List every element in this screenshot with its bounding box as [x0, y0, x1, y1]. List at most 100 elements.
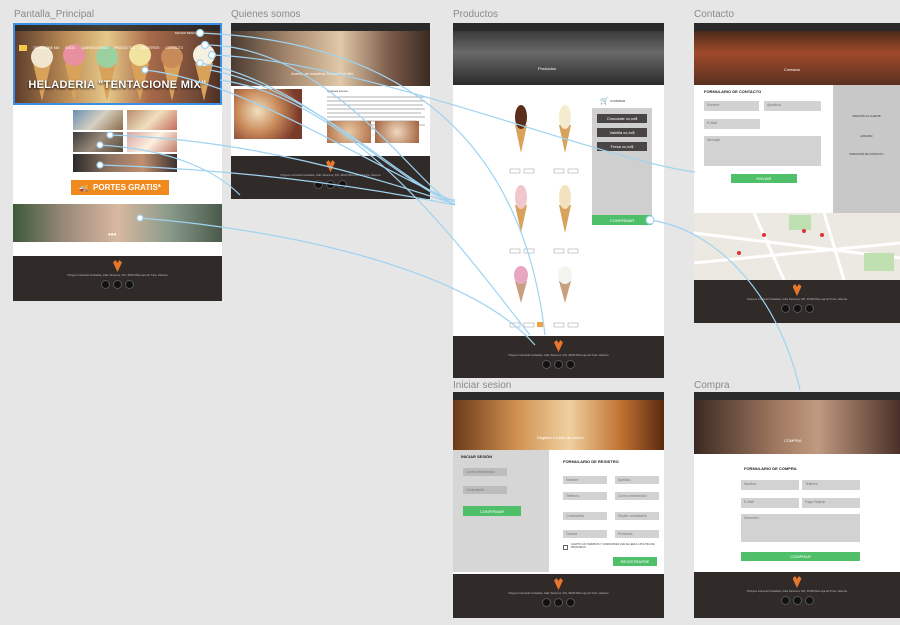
footer-compra: Polígono Industrial Ciudadela, Calle Tar…	[694, 572, 900, 618]
contact-message-field[interactable]: Mensaje	[704, 136, 821, 166]
register-repite[interactable]: Repite contraseña	[615, 512, 659, 520]
login-confirm-button[interactable]: CONFIRMAR	[463, 506, 521, 516]
footer-address: Polígono Industrial Ciudadela, Calle Tar…	[508, 354, 609, 357]
instagram-icon[interactable]	[314, 180, 323, 189]
login-banner-title: Registro e inicio de sesión	[537, 435, 584, 440]
top-strip	[453, 23, 664, 31]
footer-logo-icon	[792, 284, 802, 296]
register-apellido[interactable]: Apellido	[615, 476, 659, 484]
contact-side-panel: ATENCIÓN AL CLIENTE HORARIO DIRECCIÓN DE…	[833, 85, 900, 213]
instagram-icon[interactable]	[542, 598, 551, 607]
social-icons	[453, 360, 664, 369]
contact-send-button[interactable]: ENVIAR	[731, 174, 797, 183]
about-section-title: Quienes somos	[327, 89, 348, 93]
footer-logo-icon	[554, 340, 563, 352]
whatsapp-icon[interactable]	[792, 304, 802, 313]
top-strip	[694, 23, 900, 31]
footer-address: Polígono Industrial Ciudadela, Calle Tar…	[746, 590, 848, 593]
facebook-icon[interactable]	[125, 280, 134, 289]
login-user-field[interactable]: Correo electrónico	[463, 468, 507, 476]
gallery-image-5[interactable]	[73, 154, 177, 172]
whatsapp-icon[interactable]	[326, 180, 335, 189]
carousel-dots[interactable]: •••	[108, 230, 116, 239]
contact-hero	[694, 31, 900, 85]
footer-principal: Polígono Industrial Ciudadela, Calle Tar…	[13, 256, 222, 301]
register-title: FORMULARIO DE REGISTRO	[563, 459, 619, 464]
contact-name-field[interactable]: Nombre	[704, 101, 759, 111]
contact-form-title: FORMULARIO DE CONTACTO	[704, 89, 762, 94]
register-contrasena[interactable]: Contraseña	[563, 512, 607, 520]
facebook-icon[interactable]	[804, 596, 814, 605]
register-nombre[interactable]: Nombre	[563, 476, 607, 484]
contact-email-field[interactable]: E-Mail	[704, 119, 760, 129]
frame-pantalla-principal[interactable]: TENTAZIONE MIX INICIO QUIENES SOMOS PROD…	[13, 23, 222, 301]
facebook-icon[interactable]	[338, 180, 347, 189]
facebook-icon[interactable]	[566, 360, 575, 369]
login-password-field[interactable]: Contraseña	[463, 486, 507, 494]
about-image-small-2	[375, 121, 419, 143]
purchase-hero	[694, 400, 900, 454]
frame-label-principal: Pantalla_Principal	[14, 9, 95, 20]
purchase-confirm-button[interactable]: COMPRAR	[741, 552, 860, 561]
about-image-small-1	[327, 121, 371, 143]
register-ciudad[interactable]: Ciudad	[563, 530, 607, 538]
side-title-atencion: ATENCIÓN AL CLIENTE	[852, 115, 881, 118]
frame-label-quienes: Quienes somos	[231, 9, 301, 20]
footer-logo-icon	[326, 160, 335, 172]
contact-map[interactable]	[694, 212, 900, 281]
frame-compra[interactable]: COMPRA FORMULARIO DE COMPRA Nombre Teléf…	[694, 392, 900, 618]
register-provincia[interactable]: Provincia	[615, 530, 659, 538]
frame-quienes-somos[interactable]: Acerca de nosotros Tentazione Mix Quiene…	[231, 23, 430, 199]
register-button[interactable]: REGISTRARSE	[613, 557, 657, 566]
footer-iniciar: Polígono Industrial Ciudadela, Calle Tar…	[453, 574, 664, 618]
gallery-image-3[interactable]	[73, 132, 123, 152]
facebook-icon[interactable]	[566, 598, 575, 607]
gallery-image-4[interactable]	[127, 132, 177, 152]
frame-productos[interactable]: Productos 🛒 COMPRAR Chocolate xx,xx$ Vai…	[453, 23, 664, 378]
gallery-image-1[interactable]	[73, 110, 123, 130]
instagram-icon[interactable]	[780, 596, 790, 605]
terms-text: ACEPTO LOS TÉRMINOS Y CONDICIONES QUE SE…	[571, 543, 655, 549]
purchase-banner-title: COMPRA	[784, 438, 802, 443]
purchase-form-title: FORMULARIO DE COMPRA	[744, 466, 797, 471]
terms-checkbox[interactable]	[563, 545, 568, 550]
purchase-phone-field[interactable]: Teléfono	[802, 480, 860, 490]
footer-logo-icon	[554, 578, 563, 590]
purchase-name-field[interactable]: Nombre	[741, 480, 799, 490]
purchase-payment-field[interactable]: Pago/Tarjeta	[802, 498, 860, 508]
footer-quienes: Polígono Industrial Ciudadela, Calle Tar…	[231, 156, 430, 199]
whatsapp-icon[interactable]	[554, 598, 563, 607]
product-grid	[509, 105, 579, 328]
products-banner-title: Productos	[538, 66, 557, 71]
whatsapp-icon[interactable]	[113, 280, 122, 289]
instagram-icon[interactable]	[101, 280, 110, 289]
login-title: INICIAR SESIÓN	[461, 454, 493, 459]
about-hero	[231, 31, 430, 86]
frame-label-compra: Compra	[694, 380, 730, 391]
purchase-address-field[interactable]: Dirección	[741, 514, 860, 542]
social-icons	[694, 304, 900, 313]
whatsapp-icon[interactable]	[792, 596, 802, 605]
register-correo[interactable]: Correo electrónico	[615, 492, 659, 500]
map-graphic	[694, 212, 900, 281]
register-telefono[interactable]: Teléfono	[563, 492, 607, 500]
gallery-image-2[interactable]	[127, 110, 177, 130]
selection-outline	[13, 23, 222, 105]
instagram-icon[interactable]	[780, 304, 790, 313]
contact-surname-field[interactable]: Apellidos	[764, 101, 821, 111]
instagram-icon[interactable]	[542, 360, 551, 369]
purchase-email-field[interactable]: E-Mail	[741, 498, 799, 508]
facebook-icon[interactable]	[804, 304, 814, 313]
side-title-direccion: DIRECCIÓN DE CONTACTO	[849, 153, 884, 156]
pagination-dot[interactable]	[537, 322, 543, 327]
frame-iniciar-sesion[interactable]: Registro e inicio de sesión INICIAR SESI…	[453, 392, 664, 618]
portes-gratis-text: PORTES GRATIS*	[93, 183, 161, 192]
hands-ice-cream-image	[13, 204, 222, 242]
side-title-horario: HORARIO	[860, 135, 873, 138]
top-strip	[231, 23, 430, 31]
frame-label-iniciar: Iniciar sesion	[453, 380, 512, 391]
whatsapp-icon[interactable]	[554, 360, 563, 369]
frame-contacto[interactable]: Contacto FORMULARIO DE CONTACTO Nombre A…	[694, 23, 900, 323]
social-icons	[231, 180, 430, 189]
portes-gratis-banner[interactable]: 🚚 PORTES GRATIS*	[71, 180, 169, 195]
